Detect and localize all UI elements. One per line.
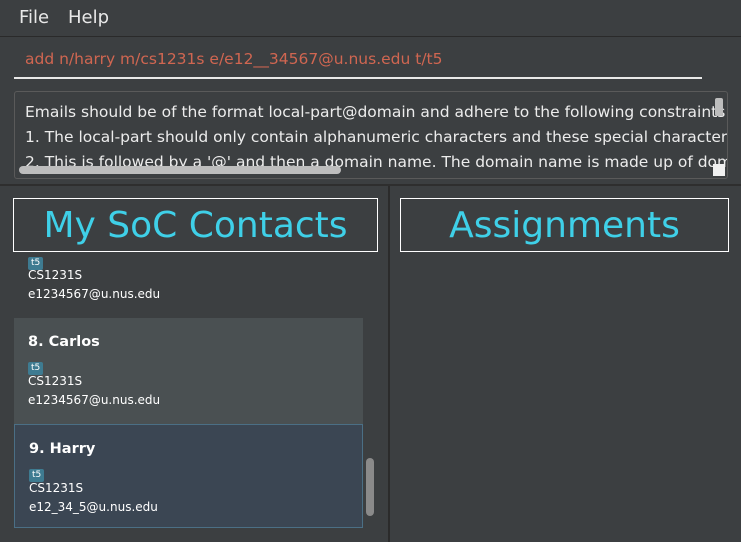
contact-email: e1234567@u.nus.edu — [28, 393, 161, 407]
contact-name: 9. Harry — [29, 441, 96, 457]
result-display[interactable]: Emails should be of the format local-par… — [14, 91, 728, 179]
contact-list-scrollbar[interactable] — [366, 458, 374, 516]
contact-module: CS1231S — [28, 268, 83, 282]
result-line: Emails should be of the format local-par… — [25, 103, 728, 121]
menu-file[interactable]: File — [19, 7, 49, 28]
contact-card[interactable]: 8. Carlos t5 CS1231S e1234567@u.nus.edu — [14, 318, 363, 424]
result-text: Emails should be of the format local-par… — [25, 100, 728, 175]
contact-card-selected[interactable]: 9. Harry t5 CS1231S e12_34_5@u.nus.edu — [14, 424, 363, 528]
contact-name: 8. Carlos — [28, 334, 100, 350]
result-horizontal-scrollbar[interactable] — [19, 166, 341, 174]
assignments-panel: Assignments — [390, 186, 741, 542]
contacts-panel: My SoC Contacts t5 CS1231S e1234567@u.nu… — [0, 186, 388, 542]
command-box — [0, 36, 741, 87]
scroll-corner — [713, 164, 725, 176]
result-line: 1. The local-part should only contain al… — [25, 128, 728, 146]
contacts-title: My SoC Contacts — [13, 198, 378, 252]
menu-bar: File Help — [0, 0, 741, 36]
contact-list[interactable]: t5 CS1231S e1234567@u.nus.edu 8. Carlos … — [14, 226, 377, 529]
menu-help[interactable]: Help — [68, 7, 109, 28]
contact-module: CS1231S — [28, 374, 83, 388]
contact-email: e1234567@u.nus.edu — [28, 287, 161, 301]
contact-module: CS1231S — [29, 481, 84, 495]
contact-email: e12_34_5@u.nus.edu — [29, 500, 158, 514]
assignments-title: Assignments — [400, 198, 729, 252]
result-vertical-scrollbar[interactable] — [715, 98, 723, 116]
command-input[interactable] — [14, 41, 702, 79]
